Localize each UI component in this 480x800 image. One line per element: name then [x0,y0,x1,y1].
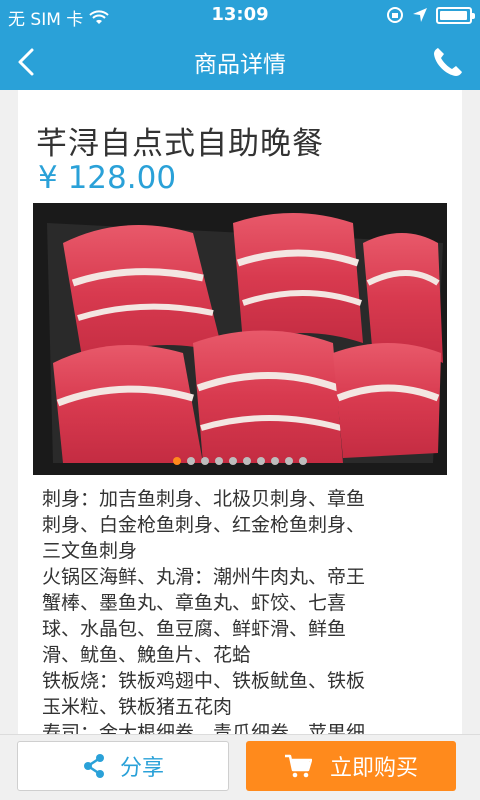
description-line: 刺身：加吉鱼刺身、北极贝刺身、章鱼 [42,488,366,510]
share-icon [83,754,104,778]
buy-now-label: 立即购买 [329,756,418,781]
bottom-action-bar: 分享 立即购买 [0,734,480,800]
product-photo[interactable] [33,203,447,475]
product-detail: 芊浔自点式自助晚餐 ¥ 128.00 刺身：加吉鱼刺身、北极贝刺身、章鱼 刺身、… [18,90,462,734]
carousel-dot[interactable] [201,457,209,465]
location-icon [413,8,427,22]
page-title: 商品详情 [194,52,286,78]
description-line: 三文鱼刺身 [42,540,138,562]
carousel-dot[interactable] [229,457,237,465]
product-title: 芊浔自点式自助晚餐 [36,126,324,162]
buy-now-button[interactable]: 立即购买 [246,741,456,791]
cart-icon [284,754,312,778]
rotation-lock-icon [387,7,403,23]
battery-icon [436,6,475,24]
carousel-indicator[interactable] [33,457,447,465]
carousel-dot[interactable] [215,457,223,465]
nav-bar: 商品详情 [0,32,480,90]
description-line: 刺身、白金枪鱼刺身、红金枪鱼刺身、 [42,514,366,536]
battery-fill [440,10,467,20]
description-line: 铁板烧：铁板鸡翅中、铁板鱿鱼、铁板 [42,670,366,692]
status-bar: 无 SIM 卡 13:09 [0,0,480,32]
carousel-dot[interactable] [271,457,279,465]
product-description: 刺身：加吉鱼刺身、北极贝刺身、章鱼 刺身、白金枪鱼刺身、红金枪鱼刺身、 三文鱼刺身火… [42,486,442,734]
description-line: 火锅区海鲜、丸滑：潮州牛肉丸、帝王 [42,566,366,588]
carousel-dot[interactable] [243,457,251,465]
description-line: 蟹棒、墨鱼丸、章鱼丸、虾饺、七喜 [42,592,347,614]
meat-photo-illustration [33,203,447,475]
share-button[interactable]: 分享 [17,741,229,791]
share-label: 分享 [119,756,164,781]
carousel-dot[interactable] [299,457,307,465]
carousel-dot[interactable] [285,457,293,465]
carousel-dot[interactable] [257,457,265,465]
description-line: 寿司：金大根细卷、青瓜细卷、苹果细 [42,722,366,734]
carousel-dot[interactable] [187,457,195,465]
description-line: 球、水晶包、鱼豆腐、鲜虾滑、鲜鱼 [42,618,347,640]
call-button[interactable] [428,42,468,82]
carousel-dot[interactable] [173,457,181,465]
phone-icon [434,48,462,76]
status-right [386,6,475,24]
product-price: ¥ 128.00 [38,160,177,196]
description-line: 滑、鱿鱼、鮸鱼片、花蛤 [42,644,252,666]
description-line: 玉米粒、铁板猪五花肉 [42,696,233,718]
